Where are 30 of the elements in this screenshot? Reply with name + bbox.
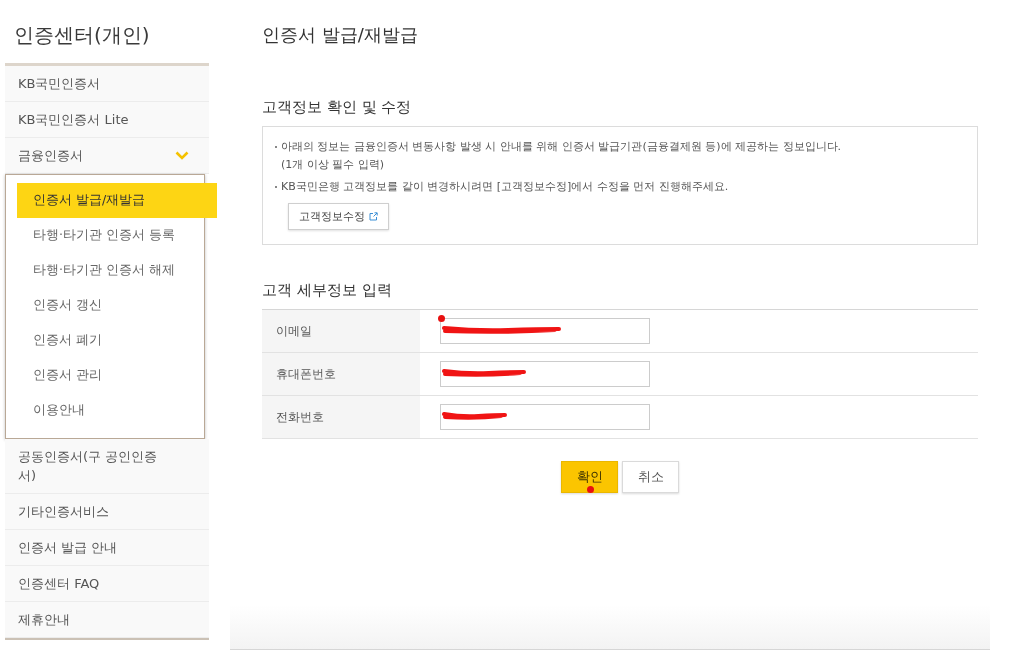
submenu-item[interactable]: 인증서 갱신: [17, 288, 217, 323]
info-note: KB국민은행 고객정보를 같이 변경하시려면 [고객정보수정]에서 수정을 먼저 진행해주세요.: [281, 179, 729, 195]
sidebar-item[interactable]: KB국민인증서: [5, 66, 209, 102]
submenu-item[interactable]: 인증서 폐기: [17, 323, 217, 358]
info-note: 아래의 정보는 금융인증서 변동사항 발생 시 안내를 위해 인증서 발급기관(금융결제원 등)에 제공하는 정보입니다. (1개 이상 필수 입력): [281, 139, 842, 173]
submenu-item[interactable]: 타행·타기관 인증서 해제: [17, 253, 217, 288]
field-label: 이메일: [262, 310, 420, 352]
sidebar-item[interactable]: 기타인증서비스: [5, 494, 209, 530]
section-heading: 고객 세부정보 입력: [262, 280, 392, 300]
submenu-item[interactable]: 이용안내: [17, 393, 217, 428]
cancel-button[interactable]: 취소: [622, 461, 679, 493]
sidebar-item[interactable]: 공동인증서(구 공인인증서): [5, 439, 209, 494]
sidebar-item[interactable]: KB국민인증서 Lite: [5, 102, 209, 138]
submenu-item[interactable]: 인증서 발급/재발급: [17, 183, 217, 218]
submenu-item[interactable]: 인증서 관리: [17, 358, 217, 393]
sidebar-item[interactable]: 제휴안내: [5, 602, 209, 638]
section-heading: 고객정보 확인 및 수정: [262, 97, 412, 117]
sidebar-item[interactable]: 금융인증서: [5, 138, 209, 174]
input-field[interactable]: [440, 361, 650, 387]
field-label: 전화번호: [262, 396, 420, 438]
input-field[interactable]: [440, 404, 650, 430]
external-link-icon: [369, 212, 378, 221]
submenu-item[interactable]: 타행·타기관 인증서 등록: [17, 218, 217, 253]
field-label: 휴대폰번호: [262, 353, 420, 395]
edit-info-button[interactable]: 고객정보수정: [288, 203, 389, 230]
sidebar-item[interactable]: 인증서 발급 안내: [5, 530, 209, 566]
confirm-button[interactable]: 확인: [561, 461, 618, 493]
sidebar-item[interactable]: 인증센터 FAQ: [5, 566, 209, 602]
sidebar-title: 인증센터(개인): [14, 22, 150, 48]
page-title: 인증서 발급/재발급: [262, 23, 418, 47]
